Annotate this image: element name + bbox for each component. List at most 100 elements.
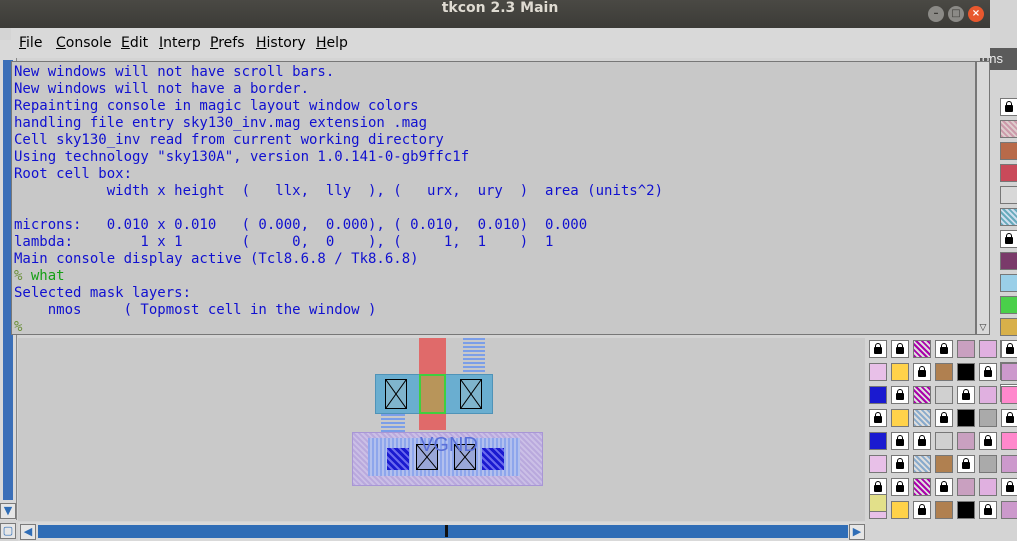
nmos-transistor[interactable]: [419, 374, 446, 414]
layer-swatch[interactable]: [1000, 274, 1017, 292]
layer-swatch[interactable]: [891, 386, 909, 404]
corner-box-icon[interactable]: ▢: [0, 523, 16, 539]
layer-swatch[interactable]: [869, 432, 887, 450]
layer-swatch[interactable]: [935, 478, 953, 496]
title-bar[interactable]: tkcon 2.3 Main – □ ×: [0, 0, 990, 28]
layer-swatch[interactable]: [869, 340, 887, 358]
menu-help[interactable]: Help: [316, 35, 348, 51]
layer-swatch[interactable]: [891, 455, 909, 473]
console-scrollbar[interactable]: ▽: [976, 61, 990, 335]
layer-swatch[interactable]: [1000, 186, 1017, 204]
layer-swatch[interactable]: [913, 409, 931, 427]
layer-swatch[interactable]: [979, 455, 997, 473]
current-prompt[interactable]: %: [14, 319, 22, 334]
horizontal-scrollbar[interactable]: ◀ ▶: [18, 522, 865, 541]
layer-swatch[interactable]: [979, 501, 997, 519]
layer-swatch[interactable]: [979, 363, 997, 381]
layer-swatch[interactable]: [979, 386, 997, 404]
contact-cross-icon: [385, 379, 407, 409]
layer-swatch[interactable]: [979, 409, 997, 427]
layer-swatch[interactable]: [957, 340, 975, 358]
layer-swatch[interactable]: [1000, 208, 1017, 226]
layer-swatch[interactable]: [913, 455, 931, 473]
layer-swatch[interactable]: [891, 478, 909, 496]
layer-swatch[interactable]: [1000, 164, 1017, 182]
minimize-icon[interactable]: –: [928, 6, 944, 22]
scroll-right-arrow-icon[interactable]: ▶: [849, 524, 865, 540]
layer-swatch[interactable]: [979, 478, 997, 496]
layer-swatch[interactable]: [1000, 252, 1017, 270]
console-line: New windows will not have a border.: [14, 81, 310, 97]
contact-right[interactable]: [460, 379, 482, 409]
layer-swatch[interactable]: [869, 386, 887, 404]
menu-prefs[interactable]: Prefs: [210, 35, 245, 51]
layer-swatch[interactable]: [1001, 340, 1017, 358]
scrollbar-thumb[interactable]: [445, 525, 448, 537]
layer-swatch[interactable]: [935, 432, 953, 450]
layer-swatch[interactable]: [913, 340, 931, 358]
layout-canvas[interactable]: VGND: [18, 338, 865, 521]
layer-swatch[interactable]: [891, 432, 909, 450]
layer-swatch[interactable]: [1001, 501, 1017, 519]
layer-swatch[interactable]: [869, 455, 887, 473]
layer-swatch[interactable]: [1000, 142, 1017, 160]
menu-label: istory: [266, 35, 306, 51]
layer-swatch[interactable]: [979, 432, 997, 450]
scroll-down-arrow-icon[interactable]: ▽: [978, 323, 988, 333]
menu-edit[interactable]: Edit: [121, 35, 148, 51]
layer-swatch[interactable]: [1000, 120, 1017, 138]
layer-swatch[interactable]: [957, 386, 975, 404]
layer-swatch[interactable]: [935, 501, 953, 519]
layer-swatch[interactable]: [1001, 363, 1017, 381]
layer-swatch[interactable]: [891, 409, 909, 427]
via-left[interactable]: [387, 448, 409, 470]
menu-history[interactable]: History: [256, 35, 306, 51]
layer-swatch[interactable]: [913, 386, 931, 404]
layer-swatch[interactable]: [1001, 478, 1017, 496]
layer-swatch[interactable]: [957, 363, 975, 381]
console-text-area[interactable]: New windows will not have scroll bars. N…: [11, 61, 976, 335]
layer-swatch[interactable]: [869, 494, 887, 512]
layer-swatch[interactable]: [1001, 432, 1017, 450]
layer-swatch[interactable]: [869, 363, 887, 381]
menu-label: ile: [26, 35, 43, 51]
via-right[interactable]: [482, 448, 504, 470]
layer-swatch[interactable]: [935, 386, 953, 404]
layer-swatch[interactable]: [913, 501, 931, 519]
metal-strap-top[interactable]: [463, 338, 485, 374]
menu-interp[interactable]: Interp: [159, 35, 201, 51]
layer-swatch[interactable]: [935, 340, 953, 358]
layer-swatch[interactable]: [891, 501, 909, 519]
layer-swatch[interactable]: [1000, 98, 1017, 116]
layer-swatch[interactable]: [1001, 386, 1017, 404]
layer-swatch[interactable]: [957, 478, 975, 496]
layer-swatch[interactable]: [1001, 455, 1017, 473]
layer-swatch[interactable]: [891, 363, 909, 381]
close-icon[interactable]: ×: [968, 6, 984, 22]
layer-swatch[interactable]: [957, 409, 975, 427]
layer-swatch[interactable]: [913, 478, 931, 496]
metal-strap-left[interactable]: [381, 414, 405, 432]
maximize-icon[interactable]: □: [948, 6, 964, 22]
layer-swatch[interactable]: [957, 501, 975, 519]
menu-console[interactable]: Console: [56, 35, 112, 51]
layer-swatch[interactable]: [935, 363, 953, 381]
layer-swatch[interactable]: [1000, 318, 1017, 336]
scroll-left-arrow-icon[interactable]: ◀: [20, 524, 36, 540]
scroll-down-arrow-icon[interactable]: ▼: [0, 503, 16, 519]
layer-swatch[interactable]: [935, 409, 953, 427]
layer-swatch[interactable]: [1001, 409, 1017, 427]
layer-swatch[interactable]: [1000, 296, 1017, 314]
layer-swatch[interactable]: [913, 432, 931, 450]
scrollbar-track[interactable]: [38, 525, 848, 538]
menu-file[interactable]: File: [19, 35, 42, 51]
layer-swatch[interactable]: [979, 340, 997, 358]
layer-swatch[interactable]: [891, 340, 909, 358]
layer-swatch[interactable]: [1000, 230, 1017, 248]
layer-swatch[interactable]: [935, 455, 953, 473]
layer-swatch[interactable]: [913, 363, 931, 381]
contact-left[interactable]: [385, 379, 407, 409]
layer-swatch[interactable]: [957, 432, 975, 450]
layer-swatch[interactable]: [957, 455, 975, 473]
layer-swatch[interactable]: [869, 409, 887, 427]
